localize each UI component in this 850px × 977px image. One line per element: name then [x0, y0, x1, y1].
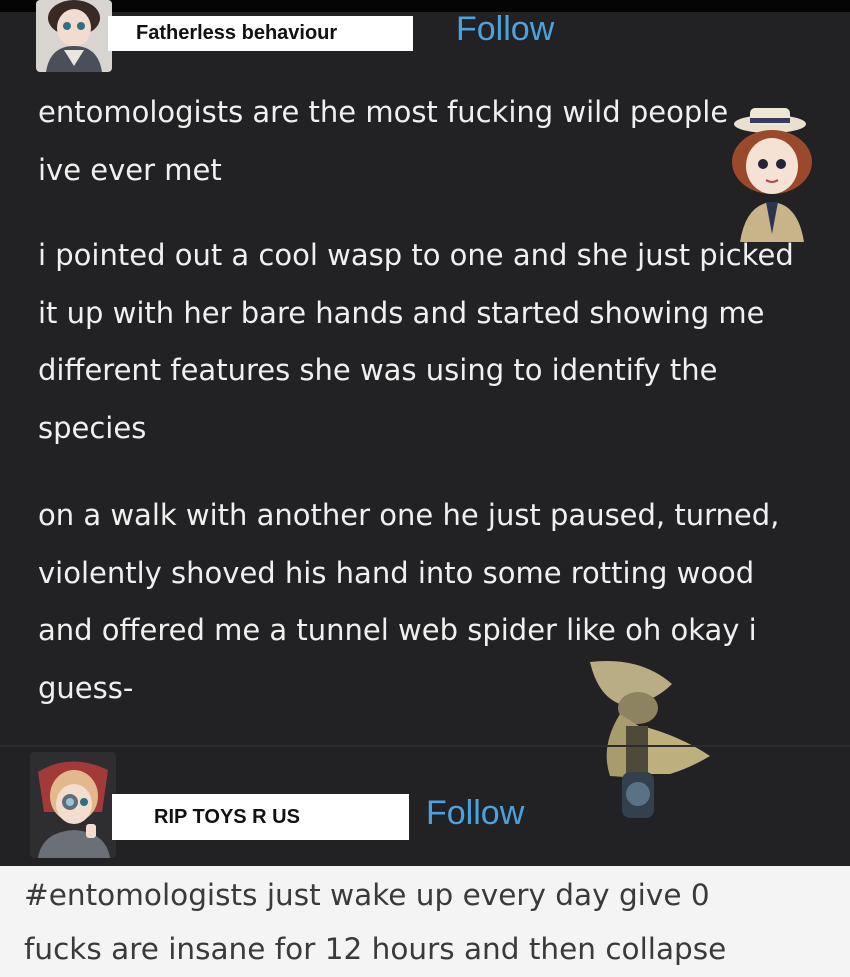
author-name[interactable]: Fatherless behaviour	[108, 16, 413, 51]
reblogger-name[interactable]: RIP TOYS R US	[112, 794, 409, 840]
post-paragraph-1: entomologists are the most fucking wild …	[38, 95, 729, 187]
tag-line-2[interactable]: fucks are insane for 12 hours and then c…	[24, 932, 726, 966]
reblog-divider	[0, 745, 850, 747]
detective-girl-sticker-icon	[726, 104, 818, 242]
author-avatar[interactable]	[36, 0, 112, 72]
reblogger-avatar[interactable]	[30, 752, 116, 858]
reblog-follow-button[interactable]: Follow	[426, 794, 524, 833]
scarecrow-sticker-icon	[580, 656, 725, 822]
top-edge-bar	[0, 0, 850, 12]
tags-section: #entomologists just wake up every day gi…	[0, 866, 850, 977]
post-paragraph-2: i pointed out a cool wasp to one and she…	[38, 238, 794, 445]
follow-button[interactable]: Follow	[456, 10, 554, 49]
tag-line-1[interactable]: #entomologists just wake up every day gi…	[24, 878, 710, 912]
